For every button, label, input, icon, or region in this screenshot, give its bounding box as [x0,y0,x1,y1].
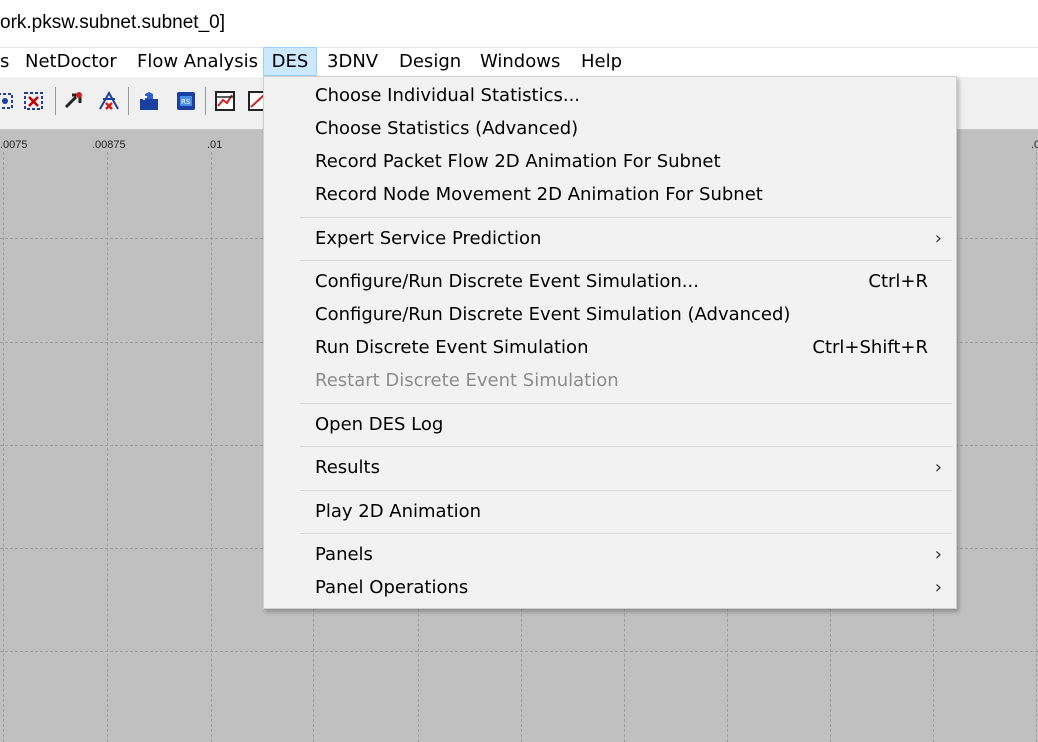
menu-shortcut: Ctrl+Shift+R [812,337,928,358]
toolbar-separator [205,87,206,115]
menu-play-2d-animation[interactable]: Play 2D Animation [264,496,956,527]
menu-item-label: Expert Service Prediction [315,228,542,249]
ruler-tick-label: .0075 [0,139,28,151]
menu-choose-statistics-advanced[interactable]: Choose Statistics (Advanced) [264,113,956,144]
menu-des[interactable]: DES [263,47,317,76]
rs-server-icon[interactable]: RS [174,89,198,113]
grid-line [107,152,108,742]
menu-help[interactable]: Help [581,48,622,75]
menu-run-des[interactable]: Run Discrete Event Simulation Ctrl+Shift… [264,332,956,363]
menu-separator [300,217,952,218]
ruler-tick-label: .01 [207,139,223,151]
menu-record-node-movement-animation[interactable]: Record Node Movement 2D Animation For Su… [264,179,956,210]
menu-restart-des: Restart Discrete Event Simulation [264,365,956,396]
delete-selection-icon[interactable] [22,89,46,113]
menu-flow-analysis[interactable]: Flow Analysis [137,48,258,75]
menu-separator [300,533,952,534]
menu-item-label: Record Packet Flow 2D Animation For Subn… [315,151,721,172]
menu-expert-service-prediction[interactable]: Expert Service Prediction › [264,223,956,254]
menu-windows[interactable]: Windows [480,48,560,75]
menu-configure-run-des[interactable]: Configure/Run Discrete Event Simulation.… [264,266,956,297]
menu-3dnv[interactable]: 3DNV [327,48,378,75]
menu-item-partial[interactable]: s [0,48,9,75]
menu-panel-operations[interactable]: Panel Operations › [264,572,956,603]
submenu-arrow-icon: › [934,577,942,598]
select-nodes-icon[interactable] [0,89,18,113]
menu-item-label: Panels [315,544,373,565]
menu-item-label: Choose Individual Statistics... [315,85,581,106]
submenu-arrow-icon: › [934,457,942,478]
menu-item-label: Play 2D Animation [315,501,482,522]
window-title: ork.pksw.subnet.subnet_0] [0,12,225,33]
menu-separator [300,260,952,261]
menu-item-label: Results [315,457,380,478]
menu-item-label: Run Discrete Event Simulation [315,337,589,358]
import-topology-icon[interactable] [137,89,161,113]
ruler-tick-label: .00875 [92,139,126,151]
fail-node-icon[interactable] [62,89,86,113]
fail-link-icon[interactable] [97,89,121,113]
grid-line [211,152,212,742]
grid-line [1036,152,1037,742]
menu-separator [300,446,952,447]
menu-results[interactable]: Results › [264,452,956,483]
submenu-arrow-icon: › [934,228,942,249]
menu-item-label: Record Node Movement 2D Animation For Su… [315,184,763,205]
menu-record-packet-flow-animation[interactable]: Record Packet Flow 2D Animation For Subn… [264,146,956,177]
menu-item-label: Panel Operations [315,577,469,598]
menu-open-des-log[interactable]: Open DES Log [264,409,956,440]
menu-separator [300,403,952,404]
menu-item-label: Choose Statistics (Advanced) [315,118,579,139]
menu-item-label: Configure/Run Discrete Event Simulation.… [315,271,699,292]
grid-line [0,651,1038,652]
menu-configure-run-des-advanced[interactable]: Configure/Run Discrete Event Simulation … [264,299,956,330]
menu-bar: s NetDoctor Flow Analysis DES 3DNV Desig… [0,47,1038,77]
ruler-tick-label: .0 [1031,139,1038,151]
menu-netdoctor[interactable]: NetDoctor [25,48,117,75]
menu-design[interactable]: Design [399,48,461,75]
menu-item-label: Configure/Run Discrete Event Simulation … [315,304,791,325]
submenu-arrow-icon: › [934,544,942,565]
svg-text:RS: RS [181,98,191,106]
toolbar-separator [128,87,129,115]
menu-panels[interactable]: Panels › [264,539,956,570]
menu-choose-individual-statistics[interactable]: Choose Individual Statistics... [264,80,956,111]
grid-line [3,152,4,742]
menu-item-label: Restart Discrete Event Simulation [315,370,619,391]
menu-shortcut: Ctrl+R [868,271,928,292]
title-bar: ork.pksw.subnet.subnet_0] [0,0,1038,48]
toolbar-separator [55,87,56,115]
menu-separator [300,490,952,491]
menu-item-label: Open DES Log [315,414,444,435]
des-dropdown-menu: Choose Individual Statistics... Choose S… [263,76,957,609]
view-results-icon[interactable] [213,89,237,113]
